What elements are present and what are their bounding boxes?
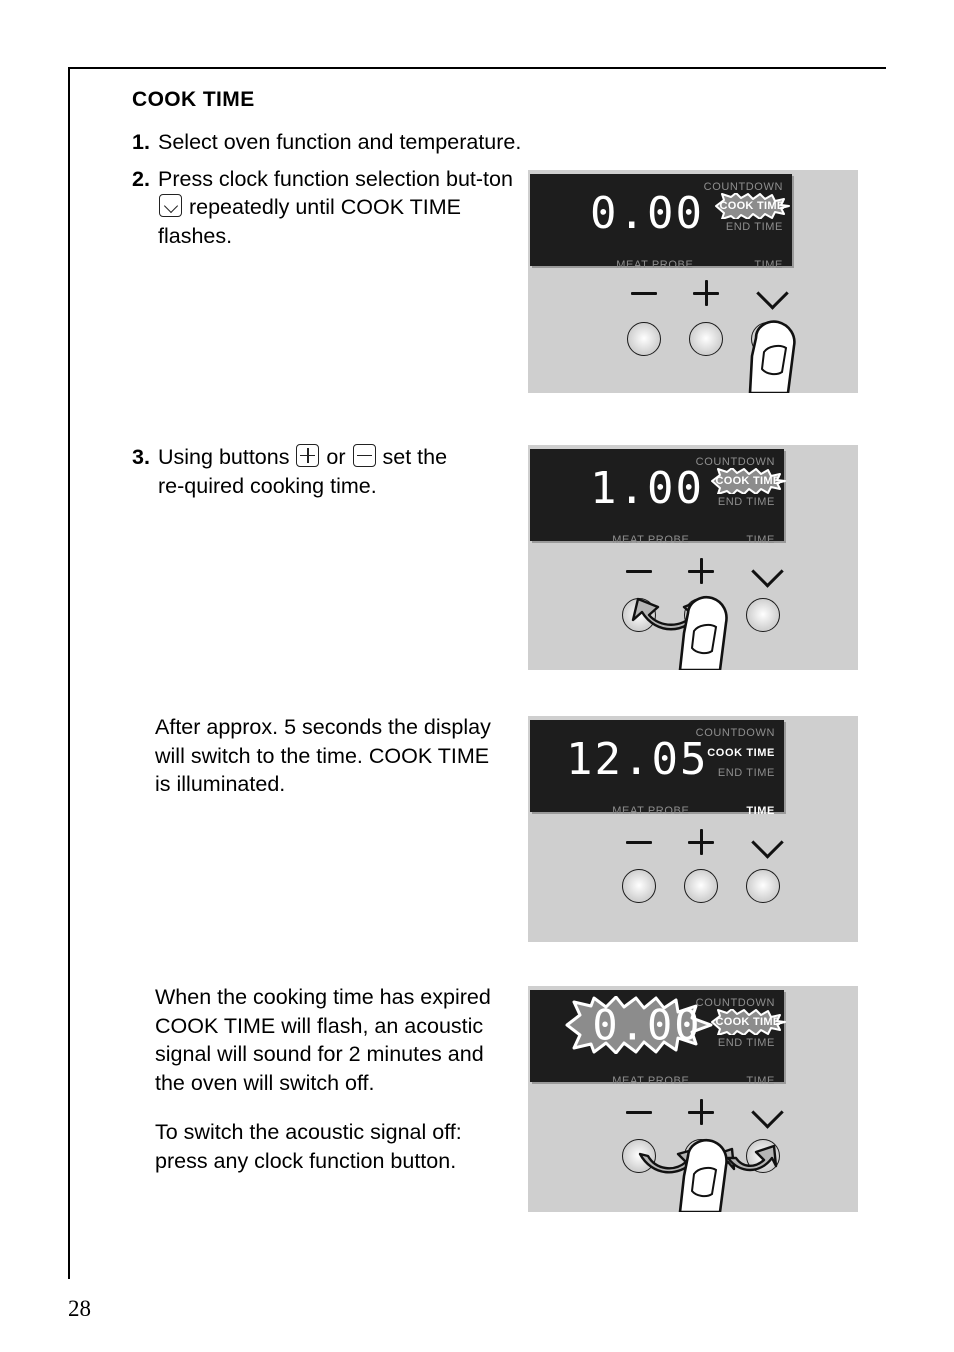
chevron-down-symbol xyxy=(751,826,784,859)
step-3-wrap: 3. Using buttons or set the re‑quired co… xyxy=(132,443,532,508)
paragraph-expired: When the cooking time has expired COOK T… xyxy=(155,985,491,1095)
minus-button[interactable] xyxy=(622,869,656,903)
page-rule-top xyxy=(68,67,886,69)
page-title: COOK TIME xyxy=(132,88,255,111)
illustration-panel-illuminated: 12.05 COUNTDOWN COOK TIME END TIME MEAT … xyxy=(528,716,858,942)
lcd-label-endtime: END TIME xyxy=(717,767,775,779)
illustration-panel-step3: 1.00 COUNTDOWN COOK TIME END TIME COOK T… xyxy=(528,445,858,670)
paragraph-expired-wrap: When the cooking time has expired COOK T… xyxy=(155,983,515,1097)
minus-key-icon xyxy=(352,444,376,467)
page-number: 28 xyxy=(68,1296,91,1321)
plus-symbol-vertical xyxy=(699,829,703,855)
content-column: COOK TIME 1. Select oven function and te… xyxy=(132,88,532,258)
chevron-down-key-icon xyxy=(159,194,182,218)
step-1-number: 1. xyxy=(132,130,150,154)
step-2-text: Press clock function selection but‑ton r… xyxy=(158,166,513,248)
illustration-panel-step2: 0.00 COUNTDOWN COOK TIME END TIME COOK T… xyxy=(528,170,858,393)
clock-function-button[interactable] xyxy=(746,869,780,903)
lcd-label-time: TIME xyxy=(746,805,775,817)
paragraph-after-seconds: After approx. 5 seconds the display will… xyxy=(155,715,491,797)
step-1: 1. Select oven function and temperature. xyxy=(132,128,532,157)
lcd-status-labels: COUNTDOWN COOK TIME END TIME xyxy=(696,728,775,788)
finger-pointer-icon xyxy=(678,595,728,670)
lcd-digits: 12.05 xyxy=(566,734,709,785)
lcd-label-meat-probe: MEAT PROBE xyxy=(612,805,690,817)
step-3: 3. Using buttons or set the re‑quired co… xyxy=(132,443,532,500)
step-3-text: Using buttons or set the re‑quired cooki… xyxy=(158,444,448,498)
step-1-text: Select oven function and temperature. xyxy=(158,130,522,154)
paragraph-after-seconds-wrap: After approx. 5 seconds the display will… xyxy=(155,713,515,799)
lcd-label-countdown: COUNTDOWN xyxy=(695,727,775,739)
illustration-panel-expired: 0.00 COUNTDOWN COOK TIME END TIME COOK T… xyxy=(528,986,858,1212)
step-2: 2. Press clock function selection but‑to… xyxy=(132,165,532,251)
minus-symbol xyxy=(626,841,652,844)
paragraph-switch-off-wrap: To switch the acoustic signal off: press… xyxy=(155,1118,515,1175)
step-3-number: 3. xyxy=(132,445,150,469)
step-2-number: 2. xyxy=(132,166,150,191)
paragraph-switch-off: To switch the acoustic signal off: press… xyxy=(155,1120,462,1173)
plus-key-icon xyxy=(296,444,320,467)
page-rule-left xyxy=(68,67,70,1279)
lcd-label-cooktime: COOK TIME xyxy=(707,747,775,759)
plus-button[interactable] xyxy=(684,869,718,903)
lcd-display: 12.05 COUNTDOWN COOK TIME END TIME MEAT … xyxy=(530,720,784,817)
finger-pointer-icon xyxy=(678,1138,728,1212)
finger-pointer-icon xyxy=(748,320,796,393)
